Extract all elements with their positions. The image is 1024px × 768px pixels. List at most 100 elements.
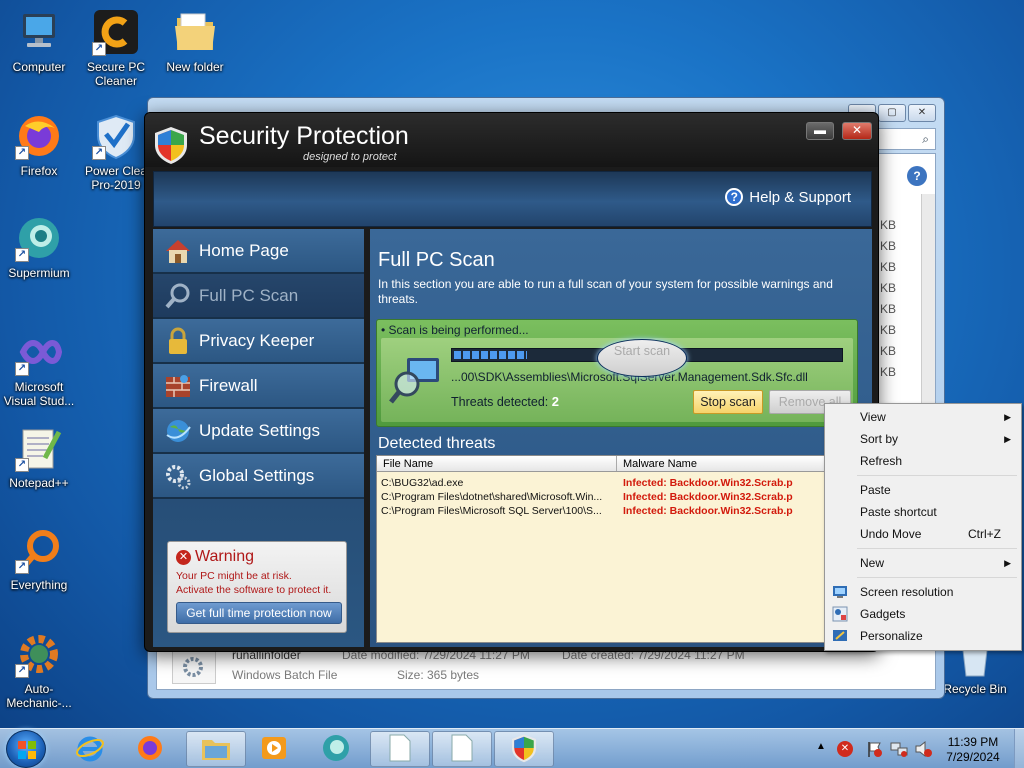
shortcut-arrow-icon: ↗: [15, 560, 29, 574]
shortcut-arrow-icon: ↗: [92, 146, 106, 160]
menu-item-paste-shortcut[interactable]: Paste shortcut: [827, 501, 1019, 523]
scan-status-text: Scan is being performed...: [388, 323, 529, 337]
start-button[interactable]: [6, 730, 46, 768]
desktop-icon-secure-pc-cleaner[interactable]: ↗ Secure PC Cleaner: [78, 8, 154, 88]
magnifier-icon: [163, 281, 193, 311]
system-clock[interactable]: 11:39 PM 7/29/2024: [930, 735, 1016, 765]
warning-line-2: Activate the software to protect it.: [176, 584, 332, 596]
question-icon: ?: [725, 188, 744, 206]
menu-item-label: Paste shortcut: [860, 505, 937, 519]
table-row[interactable]: C:\BUG32\ad.exe Infected: Backdoor.Win32…: [377, 476, 857, 490]
search-icon: ⌕: [922, 132, 929, 146]
menu-item-sort-by[interactable]: Sort by ▶: [827, 428, 1019, 450]
notepadpp-icon: ↗: [15, 424, 63, 472]
action-center-flag-icon[interactable]: [866, 740, 884, 761]
menu-item-paste[interactable]: Paste: [827, 479, 1019, 501]
menu-separator: [857, 475, 1017, 476]
sidebar-item-global-settings[interactable]: Global Settings: [153, 454, 364, 499]
desktop-icon-label: Firefox: [20, 164, 58, 178]
menu-item-refresh[interactable]: Refresh: [827, 450, 1019, 472]
start-scan-button[interactable]: Start scan: [597, 339, 687, 377]
menu-item-gadgets[interactable]: Gadgets: [827, 603, 1019, 625]
security-protection-window[interactable]: Security Protection designed to protect …: [144, 112, 879, 652]
desktop-icon-visual-studio[interactable]: ↗ Microsoft Visual Stud...: [1, 328, 77, 408]
warning-panel: ✕ Warning Your PC might be at risk. Acti…: [167, 541, 347, 633]
desktop-icon-power-clean[interactable]: ↗ Power Clea Pro-2019: [78, 112, 154, 192]
menu-item-label: Refresh: [860, 454, 903, 468]
taskbar-explorer-button[interactable]: [186, 731, 246, 767]
taskbar-supermium-button[interactable]: [306, 731, 366, 767]
column-header-malware[interactable]: Malware Name: [617, 456, 857, 471]
title-bar[interactable]: Security Protection designed to protect …: [145, 113, 878, 167]
menu-item-new[interactable]: New ▶: [827, 552, 1019, 574]
brick-wall-icon: [163, 371, 193, 401]
close-button[interactable]: ✕: [908, 104, 936, 122]
desktop-icon-auto-mechanic[interactable]: ↗ Auto-Mechanic-...: [1, 630, 77, 710]
personalize-icon: [832, 628, 848, 644]
menu-item-view[interactable]: View ▶: [827, 406, 1019, 428]
desktop-icon-label: Power Clea Pro-2019: [84, 164, 148, 192]
taskbar-media-player-button[interactable]: [244, 731, 304, 767]
show-desktop-button[interactable]: [1014, 729, 1024, 768]
table-row[interactable]: C:\Program Files\dotnet\shared\Microsoft…: [377, 490, 857, 504]
media-player-icon: [259, 733, 289, 766]
menu-item-undo-move[interactable]: Undo Move Ctrl+Z: [827, 523, 1019, 545]
app-header-bar: ? Help & Support: [153, 171, 872, 227]
show-hidden-icons-arrow[interactable]: ▲: [816, 741, 826, 752]
network-icon[interactable]: [890, 740, 908, 761]
close-button[interactable]: ✕: [842, 122, 872, 140]
home-icon: [163, 236, 193, 266]
warning-title: ✕ Warning: [176, 548, 338, 566]
sidebar-item-label: Global Settings: [199, 465, 315, 485]
threats-label: Threats detected:: [451, 395, 549, 409]
sidebar-item-home-page[interactable]: Home Page: [153, 229, 364, 274]
desktop-icon-computer[interactable]: Computer: [1, 8, 77, 74]
menu-item-screen-resolution[interactable]: Screen resolution: [827, 581, 1019, 603]
help-support-link[interactable]: ? Help & Support: [725, 188, 851, 206]
column-header-file[interactable]: File Name: [377, 456, 617, 471]
desktop-icon-firefox[interactable]: ↗ Firefox: [1, 112, 77, 178]
menu-item-label: Undo Move: [860, 527, 922, 541]
menu-item-label: Screen resolution: [860, 585, 954, 599]
scan-panel: • Scan is being performed... ...00\SDK\A…: [376, 319, 858, 427]
sidebar-item-firewall[interactable]: Firewall: [153, 364, 364, 409]
table-row[interactable]: C:\Program Files\Microsoft SQL Server\10…: [377, 504, 857, 518]
menu-item-label: Paste: [860, 483, 891, 497]
detected-threats-table[interactable]: File Name Malware Name C:\BUG32\ad.exe I…: [376, 455, 858, 643]
main-content: Full PC Scan In this section you are abl…: [370, 229, 872, 647]
desktop-icon-label: Microsoft Visual Stud...: [3, 380, 75, 408]
scan-body: ...00\SDK\Assemblies\Microsoft.SqlServer…: [381, 338, 853, 422]
stop-scan-button[interactable]: Stop scan: [693, 390, 763, 414]
sidebar-item-full-pc-scan[interactable]: Full PC Scan: [153, 274, 364, 319]
menu-item-personalize[interactable]: Personalize: [827, 625, 1019, 647]
desktop-icon-recycle-bin[interactable]: Recycle Bin: [937, 644, 1013, 696]
minimize-button[interactable]: ▬: [806, 122, 834, 140]
security-alert-tray-icon[interactable]: ✕: [837, 741, 853, 757]
desktop-icon-label: New folder: [166, 60, 224, 74]
details-size: Size: 365 bytes: [397, 668, 480, 682]
gears-icon: [163, 461, 193, 491]
scan-computer-icon: [389, 354, 445, 410]
desktop-icon-new-folder[interactable]: New folder: [157, 8, 233, 74]
taskbar-ie-button[interactable]: [60, 731, 120, 767]
sidebar-item-privacy-keeper[interactable]: Privacy Keeper: [153, 319, 364, 364]
shield-check-icon: ↗: [92, 112, 140, 160]
sidebar-item-update-settings[interactable]: Update Settings: [153, 409, 364, 454]
taskbar-document-button-1[interactable]: [370, 731, 430, 767]
maximize-button[interactable]: ▢: [878, 104, 906, 122]
get-protection-button[interactable]: Get full time protection now: [176, 602, 342, 624]
desktop-icon-everything[interactable]: ↗ Everything: [1, 526, 77, 592]
submenu-arrow-icon: ▶: [1004, 434, 1011, 444]
computer-icon: [15, 8, 63, 56]
taskbar-firefox-button[interactable]: [120, 731, 180, 767]
help-icon[interactable]: ?: [907, 166, 927, 186]
taskbar-document-button-2[interactable]: [432, 731, 492, 767]
desktop-icon-supermium[interactable]: ↗ Supermium: [1, 214, 77, 280]
everything-search-icon: ↗: [15, 526, 63, 574]
globe-icon: [163, 416, 193, 446]
desktop-icon-notepadpp[interactable]: ↗ Notepad++: [1, 424, 77, 490]
folder-icon: [171, 8, 219, 56]
gear-icon: ↗: [15, 630, 63, 678]
taskbar-security-protection-button[interactable]: [494, 731, 554, 767]
desktop-icon-label: Computer: [12, 60, 66, 74]
